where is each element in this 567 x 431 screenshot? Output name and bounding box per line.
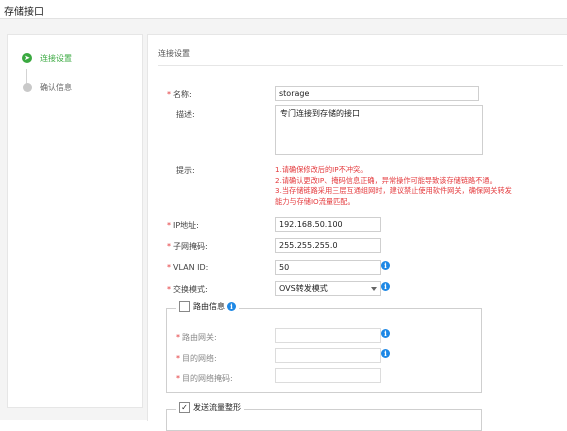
ip-input[interactable]: 192.168.50.100: [275, 217, 381, 232]
switch-mode-label: * 交换模式:: [167, 285, 208, 294]
required-mark: *: [167, 263, 171, 272]
step-sidebar: ➤ 连接设置 确认信息: [7, 34, 143, 408]
main-panel: 连接设置 * 名称: storage 描述: 专门连接到存储的接口 提示: 1.请…: [147, 34, 567, 431]
hint-line: 能力与存储IO流量匹配。: [275, 196, 355, 206]
required-mark: *: [167, 221, 171, 230]
target-net-input[interactable]: [275, 348, 381, 363]
info-icon[interactable]: i: [381, 282, 390, 291]
vlan-input[interactable]: 50: [275, 260, 381, 275]
route-legend: 路由信息 i: [176, 301, 239, 312]
section-title: 连接设置: [158, 49, 190, 58]
step-confirm-info[interactable]: 确认信息: [23, 80, 72, 94]
select-value: OVS转发模式: [279, 284, 328, 293]
step-connection-settings[interactable]: ➤ 连接设置: [22, 51, 72, 65]
mask-input[interactable]: 255.255.255.0: [275, 238, 381, 253]
required-mark: *: [176, 354, 180, 363]
hint-line: 2.请确认更改IP、掩码信息正确，异常操作可能导致该存储链路不通。: [275, 175, 497, 185]
name-input[interactable]: storage: [275, 86, 479, 101]
mask-label: * 子网掩码:: [167, 242, 208, 251]
hint-label: 提示:: [176, 166, 195, 175]
step-label: 确认信息: [40, 82, 72, 92]
info-icon[interactable]: i: [381, 261, 390, 270]
target-net-label: * 目的网络:: [176, 354, 217, 363]
target-mask-input[interactable]: [275, 368, 381, 383]
route-checkbox[interactable]: [179, 301, 190, 312]
required-mark: *: [167, 90, 171, 99]
required-mark: *: [176, 333, 180, 342]
required-mark: *: [167, 242, 171, 251]
info-icon[interactable]: i: [381, 329, 390, 338]
required-mark: *: [176, 374, 180, 383]
traffic-shaping-checkbox[interactable]: ✓: [179, 402, 190, 413]
traffic-shaping-legend-label: 发送流量整形: [193, 403, 241, 412]
required-mark: *: [167, 285, 171, 294]
hint-line: 1.请确保修改后的IP不冲突。: [275, 165, 368, 174]
route-legend-label: 路由信息: [193, 302, 225, 311]
target-mask-label: * 目的网络掩码:: [176, 374, 233, 383]
window-title: 存储接口: [4, 7, 44, 18]
switch-mode-select[interactable]: OVS转发模式: [275, 281, 381, 296]
ip-label: * IP地址:: [167, 221, 199, 230]
name-label: * 名称:: [167, 90, 192, 99]
description-label: 描述:: [176, 110, 195, 119]
info-icon[interactable]: i: [381, 349, 390, 358]
step-label: 连接设置: [40, 53, 72, 63]
hint-text: 1.请确保修改后的IP不冲突。 2.请确认更改IP、掩码信息正确，异常操作可能导…: [275, 165, 565, 207]
gateway-input[interactable]: [275, 328, 381, 343]
chevron-down-icon: [371, 287, 377, 291]
hint-line: 3.当存储链路采用三层互通组网时，建议禁止使用软件网关，确保网关转发: [275, 186, 512, 195]
info-icon[interactable]: i: [227, 302, 236, 311]
window-title-bar: 存储接口: [0, 0, 567, 19]
traffic-shaping-legend: ✓ 发送流量整形: [176, 402, 244, 413]
vlan-label: * VLAN ID:: [167, 263, 209, 272]
arrow-right-circle-icon: ➤: [22, 53, 32, 63]
description-textarea[interactable]: 专门连接到存储的接口: [275, 105, 483, 155]
gateway-label: * 路由网关:: [176, 333, 217, 342]
divider: [158, 65, 563, 66]
circle-dot-icon: [23, 82, 32, 92]
